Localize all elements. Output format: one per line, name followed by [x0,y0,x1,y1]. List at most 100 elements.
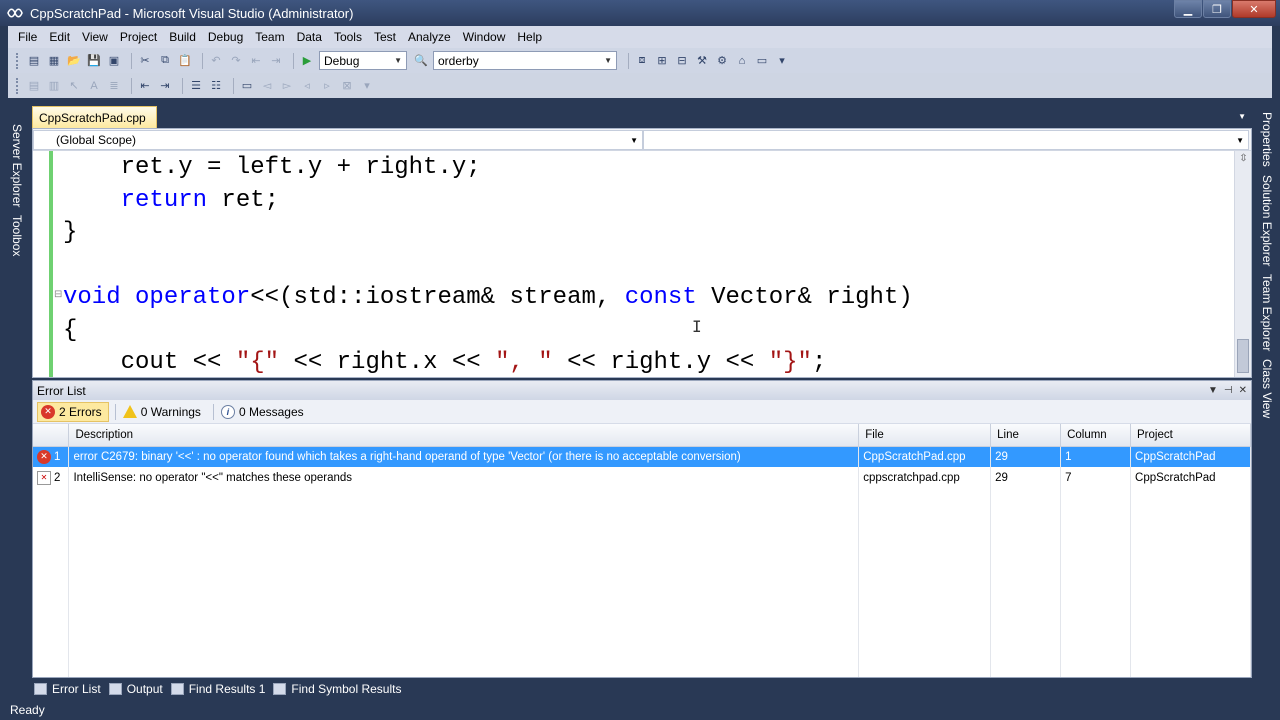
previous-bookmark-folder-icon[interactable]: ◃ [299,78,315,94]
save-icon[interactable]: 💾 [86,53,102,69]
column-header-line[interactable]: Line [990,424,1062,447]
cut-icon[interactable]: ✂ [137,53,153,69]
find-combo[interactable]: orderby ▼ [433,51,617,70]
class-view-tab[interactable]: Class View [1258,355,1276,422]
paste-icon[interactable]: 📋 [177,53,193,69]
new-project-icon[interactable]: ▤ [26,53,42,69]
toggle-bookmark-icon[interactable]: ▭ [239,78,255,94]
column-header-file[interactable]: File [858,424,992,447]
open-file-icon[interactable]: 📂 [66,53,82,69]
menu-debug[interactable]: Debug [202,26,249,48]
uncomment-icon[interactable]: ☷ [208,78,224,94]
increase-indent-icon[interactable]: ⇥ [157,78,173,94]
close-panel-icon[interactable]: ✕ [1239,385,1247,396]
toolbox-tab[interactable]: Toolbox [8,211,26,260]
empty-row [33,551,1251,572]
clear-bookmarks-icon[interactable]: ⊠ [339,78,355,94]
quick-info-icon[interactable]: ↖ [66,78,82,94]
toolbar-options-icon[interactable]: ▾ [774,53,790,69]
menu-test[interactable]: Test [368,26,402,48]
column-header-description[interactable]: Description [68,424,860,447]
menu-analyze[interactable]: Analyze [402,26,457,48]
object-browser-icon[interactable]: ⊟ [674,53,690,69]
scope-combo[interactable]: (Global Scope) ▼ [33,130,643,150]
menu-project[interactable]: Project [114,26,163,48]
solution-explorer-label: Solution Explorer [1260,174,1274,267]
find-in-files-icon[interactable]: 🔍 [413,53,429,69]
table-row[interactable]: ✕ 1 error C2679: binary '<<' : no operato… [33,446,1251,467]
add-item-icon[interactable]: ▦ [46,53,62,69]
toolbar-grip[interactable] [16,77,20,94]
command-window-icon[interactable]: ▭ [754,53,770,69]
save-all-icon[interactable]: ▣ [106,53,122,69]
menu-view[interactable]: View [76,26,114,48]
column-header-project[interactable]: Project [1130,424,1251,447]
menu-window[interactable]: Window [457,26,512,48]
comment-out-icon[interactable]: ☰ [188,78,204,94]
warnings-filter-button[interactable]: 0 Warnings [120,402,207,422]
menu-tools[interactable]: Tools [328,26,368,48]
next-bookmark-icon[interactable]: ▻ [279,78,295,94]
menu-help[interactable]: Help [511,26,548,48]
solution-configuration-combo[interactable]: Debug ▼ [319,51,407,70]
menu-edit[interactable]: Edit [43,26,76,48]
find-symbol-results-tab[interactable]: Find Symbol Results [271,682,407,696]
error-list-tab[interactable]: Error List [32,682,107,696]
code-token: ret.y = left.y + right.y; [63,154,481,181]
undo-icon[interactable]: ↶ [208,53,224,69]
code-line: { [63,315,913,348]
vertical-scrollbar[interactable]: ⇳ [1234,151,1251,377]
code-area[interactable]: ⊟ ret.y = left.y + right.y; return ret;}… [33,151,1233,377]
previous-bookmark-icon[interactable]: ◅ [259,78,275,94]
scrollbar-thumb[interactable] [1237,339,1249,373]
table-row[interactable]: ✕ 2 IntelliSense: no operator "<<" matche… [33,467,1251,488]
toolbar-grip[interactable] [16,52,20,69]
display-word-icon[interactable]: ≣ [106,78,122,94]
properties-tab[interactable]: Properties [1258,108,1276,171]
complete-word-icon[interactable]: A [86,78,102,94]
toolbox-icon[interactable]: ⚒ [694,53,710,69]
menu-file[interactable]: File [12,26,43,48]
solution-explorer-icon[interactable]: ⧈ [634,53,650,69]
column-header-icon[interactable] [33,424,70,447]
find-results-tab-label: Find Results 1 [188,682,266,696]
code-string: "{" [235,349,280,376]
minimize-button[interactable]: ▁ [1174,0,1202,18]
decrease-indent-icon[interactable]: ⇤ [137,78,153,94]
member-combo[interactable]: ▼ [643,130,1249,150]
code-line: } [63,217,913,250]
member-list-icon[interactable]: ▤ [26,78,42,94]
start-debugging-icon[interactable]: ▶ [299,53,315,69]
column-header-column[interactable]: Column [1060,424,1132,447]
active-files-dropdown-icon[interactable]: ▼ [1238,112,1246,121]
properties-icon[interactable]: ⊞ [654,53,670,69]
navigate-backward-icon[interactable]: ⇤ [248,53,264,69]
menu-build[interactable]: Build [163,26,202,48]
menu-data[interactable]: Data [291,26,328,48]
redo-icon[interactable]: ↷ [228,53,244,69]
window-position-icon[interactable]: ▼ [1208,385,1218,396]
menu-team[interactable]: Team [249,26,290,48]
toolbar-options-icon[interactable]: ▾ [359,78,375,94]
row-description: IntelliSense: no operator "<<" matches t… [68,467,860,488]
navigate-forward-icon[interactable]: ⇥ [268,53,284,69]
errors-filter-button[interactable]: ✕ 2 Errors [37,401,109,422]
auto-hide-pin-icon[interactable]: ⊣ [1224,385,1233,396]
output-tab[interactable]: Output [107,682,169,696]
close-button[interactable]: ✕ [1232,0,1276,18]
copy-icon[interactable]: ⧉ [157,53,173,69]
start-page-icon[interactable]: ⌂ [734,53,750,69]
parameter-info-icon[interactable]: ▥ [46,78,62,94]
chevron-down-icon: ▼ [394,56,402,65]
next-bookmark-folder-icon[interactable]: ▹ [319,78,335,94]
messages-filter-button[interactable]: i 0 Messages [218,402,310,422]
document-tab[interactable]: CppScratchPad.cpp [32,106,157,128]
extension-manager-icon[interactable]: ⚙ [714,53,730,69]
server-explorer-tab[interactable]: Server Explorer [8,120,26,211]
split-handle-icon[interactable]: ⇳ [1236,153,1251,165]
solution-explorer-tab[interactable]: Solution Explorer [1258,171,1276,270]
restore-button[interactable]: ❐ [1203,0,1231,18]
team-explorer-tab[interactable]: Team Explorer [1258,270,1276,355]
messages-filter-label: 0 Messages [238,404,304,419]
find-results-tab[interactable]: Find Results 1 [169,682,272,696]
